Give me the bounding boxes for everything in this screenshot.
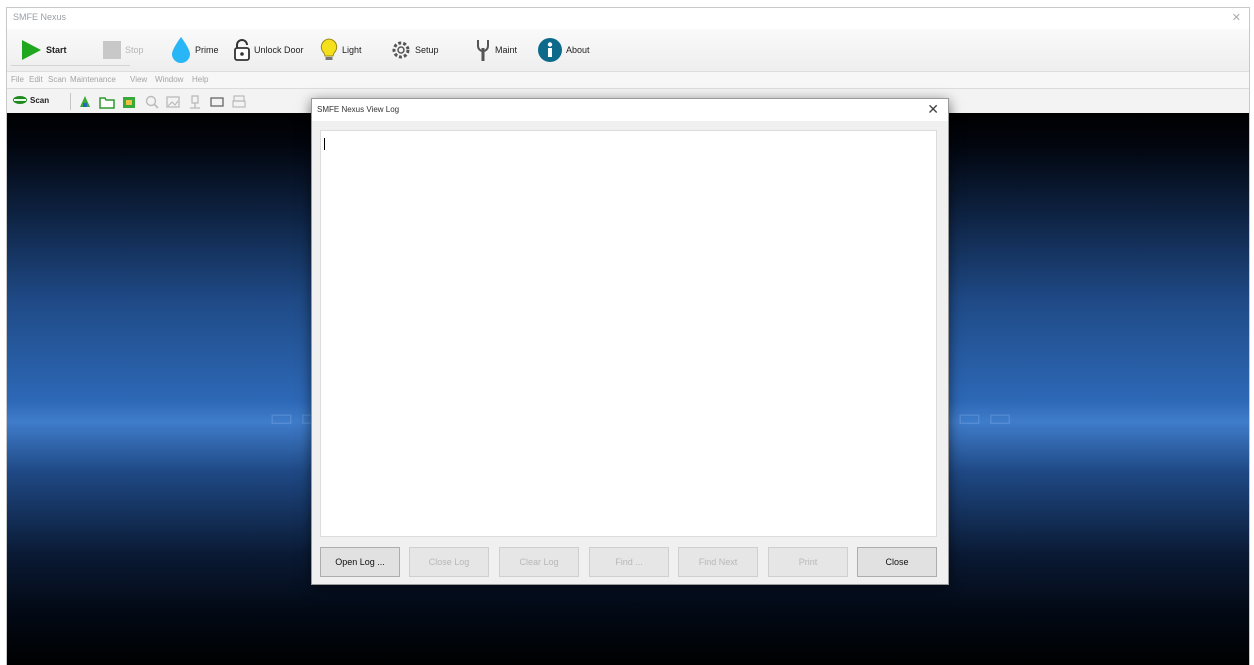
play-icon — [22, 40, 41, 60]
find-button[interactable]: Find ... — [589, 547, 669, 577]
menu-edit[interactable]: Edit — [29, 75, 43, 84]
unlock-door-button[interactable]: Unlock Door — [233, 29, 304, 71]
maint-label: Maint — [495, 45, 518, 55]
menu-view[interactable]: View — [130, 75, 147, 84]
close-button[interactable]: Close — [857, 547, 937, 577]
menu-scan[interactable]: Scan — [48, 75, 66, 84]
prime-button[interactable]: Prime — [170, 29, 219, 71]
stop-label: Stop — [125, 45, 144, 55]
info-icon — [538, 38, 562, 62]
find-next-button[interactable]: Find Next — [678, 547, 758, 577]
lightbulb-icon — [320, 38, 338, 60]
droplet-icon — [172, 37, 190, 63]
wrench-icon — [477, 40, 489, 61]
app-title: SMFE Nexus — [13, 12, 67, 22]
scan-button[interactable]: Scan — [12, 94, 49, 106]
rectangle-icon[interactable] — [209, 94, 225, 110]
zoom-icon[interactable] — [144, 94, 160, 110]
sample-icon[interactable] — [77, 94, 93, 110]
prime-label: Prime — [195, 45, 219, 55]
unlock-door-label: Unlock Door — [254, 45, 304, 55]
status-info-text: ──────────────────────────── — [11, 63, 131, 69]
start-label: Start — [46, 45, 67, 55]
setup-button[interactable]: Setup — [390, 29, 439, 71]
stop-icon — [103, 41, 121, 59]
scan-icon — [13, 96, 27, 104]
maint-button[interactable]: Maint — [474, 29, 517, 71]
about-label: About — [566, 45, 590, 55]
logo-watermark-right: ▭▭ — [957, 403, 1019, 433]
dialog-close-icon[interactable]: ✕ — [927, 102, 939, 116]
open-log-button[interactable]: Open Log ... — [320, 547, 400, 577]
menu-help[interactable]: Help — [192, 75, 208, 84]
clear-log-button[interactable]: Clear Log — [499, 547, 579, 577]
window-close-icon[interactable]: ✕ — [1232, 11, 1241, 24]
folder-icon[interactable] — [99, 94, 115, 110]
log-text-area[interactable] — [320, 130, 937, 537]
menu-window[interactable]: Window — [155, 75, 183, 84]
main-toolbar: Start Stop Prime Unlock Door Light Setup… — [7, 29, 1249, 71]
light-button[interactable]: Light — [319, 29, 362, 71]
menu-file[interactable]: File — [11, 75, 24, 84]
print-button[interactable]: Print — [768, 547, 848, 577]
pin-icon[interactable] — [187, 94, 203, 110]
image-icon[interactable] — [165, 94, 181, 110]
menu-bar: File Edit Scan Maintenance View Window H… — [7, 71, 1249, 88]
scan-label: Scan — [30, 95, 50, 105]
menu-maintenance[interactable]: Maintenance — [70, 75, 116, 84]
export-icon[interactable] — [121, 94, 137, 110]
dialog-title: SMFE Nexus View Log — [317, 105, 400, 114]
app-titlebar: SMFE Nexus ✕ — [7, 8, 1249, 29]
view-log-dialog: SMFE Nexus View Log ✕ Open Log ... Close… — [311, 98, 949, 585]
print-icon[interactable] — [231, 94, 247, 110]
dialog-titlebar: SMFE Nexus View Log ✕ — [312, 99, 948, 121]
light-label: Light — [342, 45, 362, 55]
toolbar-separator — [70, 93, 71, 110]
text-cursor — [324, 138, 325, 150]
setup-label: Setup — [415, 45, 439, 55]
padlock-icon — [234, 39, 250, 61]
about-button[interactable]: About — [537, 29, 590, 71]
gear-icon — [392, 41, 410, 59]
close-log-button[interactable]: Close Log — [409, 547, 489, 577]
